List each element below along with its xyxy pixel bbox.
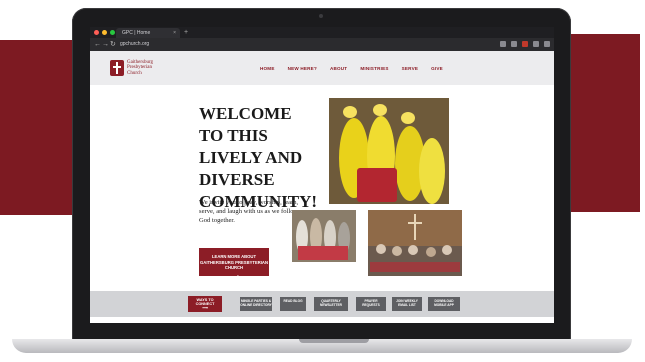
- extension-icon[interactable]: [522, 41, 528, 47]
- arrow-right-icon: ⟶: [202, 306, 208, 310]
- tab-title: GPC | Home: [122, 30, 151, 36]
- sidebar-icon[interactable]: [533, 41, 539, 47]
- choir-photo: [329, 98, 449, 204]
- profile-icon[interactable]: [544, 41, 550, 47]
- menu-item-ministries[interactable]: MINISTRIES: [360, 66, 388, 71]
- cross-logo-icon: [110, 60, 124, 76]
- menu-item-give[interactable]: GIVE: [431, 66, 443, 71]
- laptop-base: [12, 339, 632, 353]
- zoom-icon[interactable]: [500, 41, 506, 47]
- browser-toolbar: ← → ↻ gpchurch.org: [90, 38, 554, 51]
- site-header: Gaithersburg Presbyterian Church HOME NE…: [90, 51, 554, 85]
- browser-tab-bar: GPC | Home × +: [90, 27, 554, 38]
- forward-icon[interactable]: →: [102, 40, 109, 49]
- church-logo[interactable]: Gaithersburg Presbyterian Church: [110, 57, 170, 79]
- join-email-list-button[interactable]: JOIN WEEKLY EMAIL LIST: [392, 297, 422, 311]
- close-window-button[interactable]: [94, 30, 99, 35]
- menu-item-about[interactable]: ABOUT: [330, 66, 347, 71]
- mingle-parties-button[interactable]: MINGLE PARTIES & ONLINE DIRECTORY: [240, 297, 272, 311]
- toolbar-icons: [500, 41, 550, 47]
- bookmark-star-icon[interactable]: [511, 41, 517, 47]
- congregation-photo: [368, 210, 462, 276]
- address-bar[interactable]: gpchurch.org: [120, 41, 149, 48]
- newsletter-button[interactable]: QUARTERLY NEWSLETTER: [314, 297, 348, 311]
- learn-more-button[interactable]: LEARN MORE ABOUT GAITHERSBURG PRESBYTERI…: [199, 248, 269, 280]
- logo-wordmark: Gaithersburg Presbyterian Church: [127, 59, 154, 76]
- window-controls: [94, 30, 115, 35]
- group-photo: [292, 210, 356, 262]
- download-app-button[interactable]: DOWNLOAD MOBILE APP: [428, 297, 460, 311]
- menu-item-new-here[interactable]: NEW HERE?: [288, 66, 317, 71]
- camera: [319, 14, 323, 18]
- prayer-requests-button[interactable]: PRAYER REQUESTS: [356, 297, 386, 311]
- laptop-notch: [299, 339, 369, 343]
- quick-links-strip: WAYS TO CONNECT ⟶ MINGLE PARTIES & ONLIN…: [90, 291, 554, 317]
- read-blog-button[interactable]: READ BLOG: [280, 297, 306, 311]
- maximize-window-button[interactable]: [110, 30, 115, 35]
- learn-more-label: LEARN MORE ABOUT GAITHERSBURG PRESBYTERI…: [200, 254, 268, 270]
- main-menu: HOME NEW HERE? ABOUT MINISTRIES SERVE GI…: [260, 66, 456, 71]
- menu-item-serve[interactable]: SERVE: [402, 66, 419, 71]
- new-tab-button[interactable]: +: [184, 27, 188, 38]
- browser-window: GPC | Home × + ← → ↻ gpchurch.org Gaithe…: [90, 27, 554, 323]
- menu-item-home[interactable]: HOME: [260, 66, 275, 71]
- hero-title: WELCOME TO THIS LIVELY AND DIVERSE COMMU…: [199, 104, 318, 211]
- ways-to-connect-button[interactable]: WAYS TO CONNECT ⟶: [188, 296, 222, 312]
- reload-icon[interactable]: ↻: [110, 40, 116, 49]
- browser-tab[interactable]: GPC | Home ×: [116, 28, 180, 38]
- close-tab-icon[interactable]: ×: [173, 28, 176, 38]
- hero-text: We invite you to pray, worship, learn, s…: [199, 199, 299, 224]
- back-icon[interactable]: ←: [94, 40, 101, 49]
- decorative-maroon-block-right: [570, 34, 640, 212]
- minimize-window-button[interactable]: [102, 30, 107, 35]
- arrow-right-icon: ⟶: [228, 271, 240, 281]
